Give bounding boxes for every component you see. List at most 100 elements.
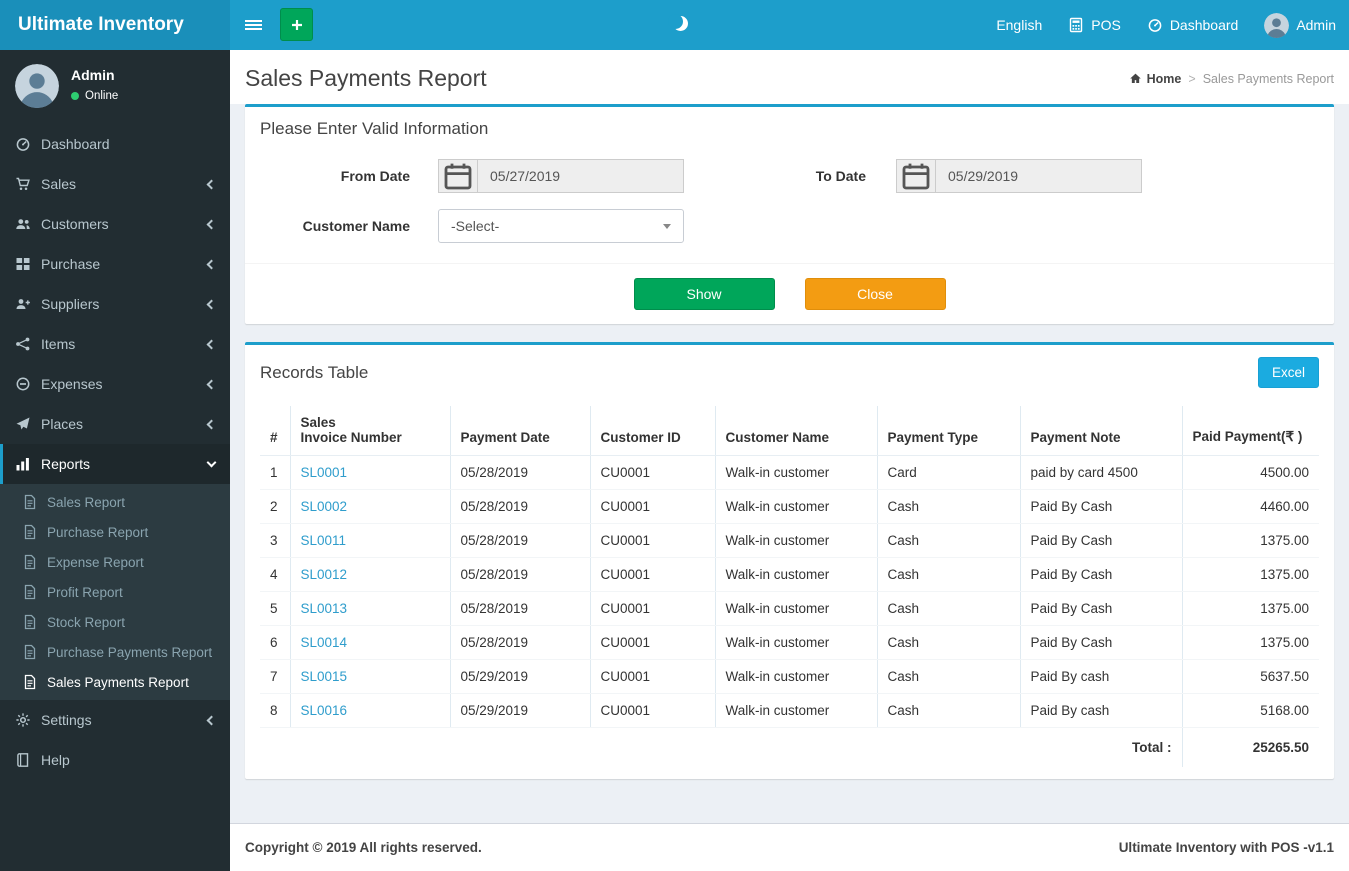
table-row: 8 SL0016 05/29/2019 CU0001 Walk-in customer C… (260, 693, 1319, 728)
sidebar-subitem-stock-report[interactable]: Stock Report (0, 607, 230, 637)
home-icon (1129, 72, 1142, 85)
table-cell: 05/28/2019 (450, 523, 591, 558)
sidebar-item-purchase[interactable]: Purchase (0, 244, 230, 284)
file-icon (22, 554, 38, 570)
table-cell: Paid By Cash (1020, 489, 1183, 524)
table-row: 1 SL0001 05/28/2019 CU0001 Walk-in customer C… (260, 455, 1319, 490)
sidebar-item-dashboard[interactable]: Dashboard (0, 124, 230, 164)
file-icon (22, 674, 38, 690)
table-cell: 1375.00 (1182, 557, 1319, 592)
chevron-down-icon (663, 223, 671, 229)
navbar-right: English POS Dashboard Admin (983, 0, 1349, 50)
sidebar-toggle-button[interactable] (230, 0, 276, 50)
close-button[interactable]: Close (804, 278, 946, 310)
excel-export-button[interactable]: Excel (1257, 357, 1319, 388)
table-row: 4 SL0012 05/28/2019 CU0001 Walk-in customer C… (260, 557, 1319, 592)
sidebar-item-label: Customers (41, 216, 109, 232)
plus-icon (289, 17, 305, 33)
sidebar-item-settings[interactable]: Settings (0, 700, 230, 740)
main-content: Please Enter Valid Information From Date… (230, 104, 1349, 823)
invoice-link[interactable]: SL0014 (301, 635, 348, 650)
chevron-left-icon (206, 715, 217, 725)
table-row: 3 SL0011 05/28/2019 CU0001 Walk-in customer C… (260, 523, 1319, 558)
sidebar-item-label: Items (41, 336, 76, 352)
sidebar-item-label: Help (41, 752, 70, 768)
table-cell: Walk-in customer (715, 557, 878, 592)
sidebar-user-avatar (15, 64, 59, 108)
sidebar-subitem-profit-report[interactable]: Profit Report (0, 577, 230, 607)
sidebar-item-places[interactable]: Places (0, 404, 230, 444)
pos-link[interactable]: POS (1055, 0, 1134, 50)
table-cell: Walk-in customer (715, 523, 878, 558)
sidebar-user-status[interactable]: Online (71, 90, 118, 102)
customer-select[interactable]: -Select- (438, 209, 684, 243)
table-cell: CU0001 (590, 489, 716, 524)
table-cell: 5168.00 (1182, 693, 1319, 728)
chevron-left-icon (206, 379, 217, 389)
brand-logo[interactable]: Ultimate Inventory (0, 0, 230, 50)
quick-add-button[interactable] (280, 8, 313, 41)
table-cell: 4500.00 (1182, 455, 1319, 490)
table-cell: Walk-in customer (715, 659, 878, 694)
table-cell: Walk-in customer (715, 489, 878, 524)
calculator-icon (1068, 17, 1084, 33)
table-cell: CU0001 (590, 557, 716, 592)
table-cell: paid by card 4500 (1020, 455, 1183, 490)
table-cell: 05/29/2019 (450, 659, 591, 694)
breadcrumb-current: Sales Payments Report (1202, 71, 1334, 86)
table-cell: Paid By cash (1020, 693, 1183, 728)
invoice-link[interactable]: SL0011 (301, 533, 347, 548)
moon-icon (668, 14, 683, 29)
page-title: Sales Payments Report (245, 65, 487, 91)
calendar-icon[interactable] (896, 159, 936, 193)
records-table-container: # Sales Invoice Number Payment Date Custome… (245, 400, 1334, 779)
show-button[interactable]: Show (633, 278, 775, 310)
customers-icon (15, 216, 31, 232)
table-cell: Walk-in customer (715, 625, 878, 660)
invoice-link[interactable]: SL0013 (301, 601, 348, 616)
sidebar-item-items[interactable]: Items (0, 324, 230, 364)
sidebar-item-customers[interactable]: Customers (0, 204, 230, 244)
table-cell: 6 (260, 625, 291, 660)
total-value: 25265.50 (1252, 740, 1309, 755)
table-cell: Walk-in customer (715, 693, 878, 728)
table-cell: CU0001 (590, 523, 716, 558)
invoice-link[interactable]: SL0015 (301, 669, 348, 684)
calendar-icon[interactable] (438, 159, 478, 193)
table-cell: 05/28/2019 (450, 591, 591, 626)
total-label: Total : (260, 727, 1183, 767)
invoice-link[interactable]: SL0002 (301, 499, 348, 514)
chevron-left-icon (206, 219, 217, 229)
sidebar-item-label: Reports (41, 456, 91, 472)
table-cell: 4460.00 (1182, 489, 1319, 524)
sidebar-subitem-sales-report[interactable]: Sales Report (0, 487, 230, 517)
invoice-link[interactable]: SL0001 (301, 465, 348, 480)
language-selector[interactable]: English (983, 0, 1055, 50)
table-cell: 05/29/2019 (450, 693, 591, 728)
dashboard-link[interactable]: Dashboard (1134, 0, 1252, 50)
sidebar-item-reports[interactable]: Reports (0, 444, 230, 484)
sidebar-item-sales[interactable]: Sales (0, 164, 230, 204)
column-header: Customer ID (590, 406, 716, 456)
chevron-left-icon (206, 419, 217, 429)
places-icon (15, 416, 31, 432)
user-menu[interactable]: Admin (1251, 0, 1349, 50)
table-cell: CU0001 (590, 659, 716, 694)
sidebar-subitem-purchase-report[interactable]: Purchase Report (0, 517, 230, 547)
sidebar-subitem-purchase-payments-report[interactable]: Purchase Payments Report (0, 637, 230, 667)
breadcrumb-home-link[interactable]: Home (1129, 72, 1181, 86)
table-cell: Paid By Cash (1020, 523, 1183, 558)
sidebar-subitem-sales-payments-report[interactable]: Sales Payments Report (0, 667, 230, 697)
items-icon (15, 336, 31, 352)
table-cell: Walk-in customer (715, 455, 878, 490)
sidebar-item-help[interactable]: Help (0, 740, 230, 780)
from-date-input[interactable] (478, 159, 684, 193)
to-date-input[interactable] (936, 159, 1142, 193)
sidebar-item-expenses[interactable]: Expenses (0, 364, 230, 404)
invoice-link[interactable]: SL0016 (301, 703, 348, 718)
sidebar: Admin Online Dashboard Sales Customers Purc… (0, 50, 230, 871)
table-cell: 4 (260, 557, 291, 592)
invoice-link[interactable]: SL0012 (301, 567, 348, 582)
sidebar-subitem-expense-report[interactable]: Expense Report (0, 547, 230, 577)
sidebar-item-suppliers[interactable]: Suppliers (0, 284, 230, 324)
